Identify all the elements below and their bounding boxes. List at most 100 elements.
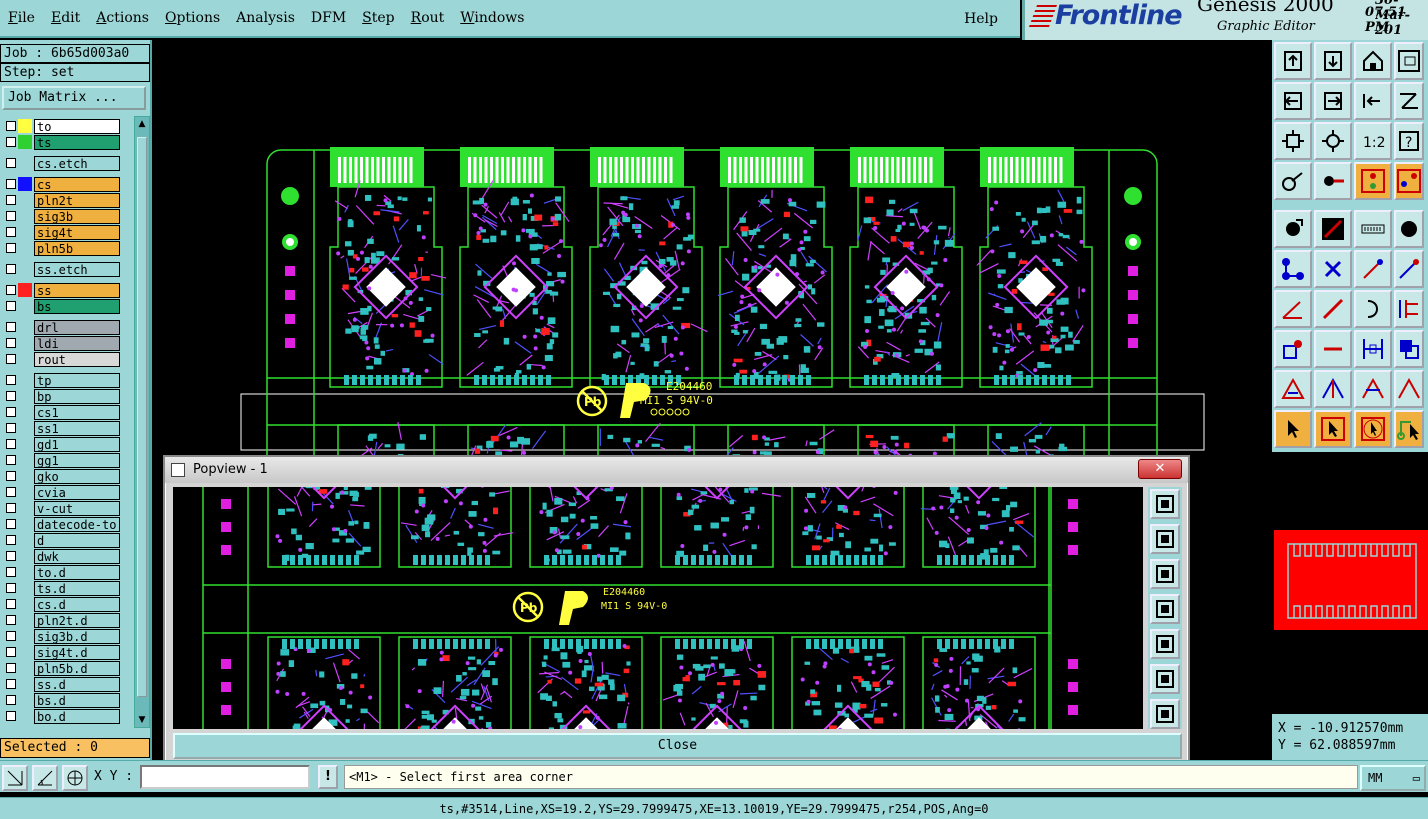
popview-zoom-box-icon[interactable] <box>1150 489 1180 519</box>
layer-row[interactable]: to <box>2 118 120 134</box>
layer-checkbox[interactable] <box>6 285 16 295</box>
layer-color-swatch[interactable] <box>18 373 32 387</box>
curve-icon[interactable] <box>1354 290 1392 328</box>
layer-name[interactable]: bs <box>34 298 120 314</box>
layer-checkbox[interactable] <box>6 503 16 513</box>
layer-name[interactable]: bp <box>34 388 120 404</box>
layer-color-swatch[interactable] <box>18 485 32 499</box>
layer-checkbox[interactable] <box>6 243 16 253</box>
layer-color-swatch[interactable] <box>18 135 32 149</box>
select-box-icon[interactable] <box>1314 410 1352 448</box>
layer-checkbox[interactable] <box>6 179 16 189</box>
line-red-icon[interactable] <box>1314 330 1352 368</box>
grid-icon[interactable] <box>62 765 88 791</box>
layer-row[interactable]: gd1 <box>2 436 120 452</box>
layer-row[interactable]: d <box>2 532 120 548</box>
menu-edit[interactable]: Edit <box>43 6 88 30</box>
overview-window[interactable] <box>1272 452 1428 714</box>
overview-panel-outline[interactable] <box>1274 530 1428 630</box>
layer-name[interactable]: ts.d <box>34 580 120 596</box>
layer-color-swatch[interactable] <box>18 437 32 451</box>
layer-checkbox[interactable] <box>6 423 16 433</box>
layer-row[interactable]: cs.d <box>2 596 120 612</box>
layer-list-scrollbar[interactable]: ▲ ▼ <box>134 116 150 728</box>
layer-row[interactable]: dwk <box>2 548 120 564</box>
layer-name[interactable]: datecode-to <box>34 516 120 532</box>
menu-file[interactable]: File <box>0 6 43 30</box>
layer-name[interactable]: gg1 <box>34 452 120 468</box>
layer-color-swatch[interactable] <box>18 629 32 643</box>
execute-button[interactable]: ! <box>318 765 338 789</box>
layer-checkbox[interactable] <box>6 535 16 545</box>
layer-row[interactable]: sig3b.d <box>2 628 120 644</box>
layer-checkbox[interactable] <box>6 301 16 311</box>
layer-checkbox[interactable] <box>6 375 16 385</box>
layer-checkbox[interactable] <box>6 471 16 481</box>
layer-checkbox[interactable] <box>6 264 16 274</box>
layer-checkbox[interactable] <box>6 338 16 348</box>
layer-name[interactable]: gko <box>34 468 120 484</box>
layer-color-swatch[interactable] <box>18 469 32 483</box>
layer-name[interactable]: drl <box>34 319 120 335</box>
layer-checkbox[interactable] <box>6 519 16 529</box>
help-icon[interactable]: ? <box>1394 122 1424 160</box>
layer-color-swatch[interactable] <box>18 262 32 276</box>
layer-row[interactable]: gg1 <box>2 452 120 468</box>
window-close-button[interactable]: ✕ <box>1138 459 1182 479</box>
layer-color-swatch[interactable] <box>18 517 32 531</box>
redraw-icon[interactable] <box>1394 82 1424 120</box>
zoom-fit-icon[interactable] <box>1274 122 1312 160</box>
triangle-c-icon[interactable] <box>1354 370 1392 408</box>
layer-name[interactable]: ss.d <box>34 676 120 692</box>
layer-row[interactable]: ss1 <box>2 420 120 436</box>
layer-checkbox[interactable] <box>6 455 16 465</box>
popview-drawing[interactable]: Pb E204460 MI1 S 94V-0 <box>173 487 1143 729</box>
menu-rout[interactable]: Rout <box>403 6 453 30</box>
add-pad-icon[interactable] <box>1274 210 1312 248</box>
layer-color-swatch[interactable] <box>18 661 32 675</box>
layer-row[interactable]: ts <box>2 134 120 150</box>
layer-row[interactable]: drl <box>2 319 120 335</box>
pan-left-icon[interactable] <box>1274 82 1312 120</box>
layer-row[interactable]: datecode-to <box>2 516 120 532</box>
home-icon[interactable] <box>1354 42 1392 80</box>
layer-checkbox[interactable] <box>6 227 16 237</box>
layer-checkbox[interactable] <box>6 567 16 577</box>
layer-row[interactable]: to.d <box>2 564 120 580</box>
zoom-center-icon[interactable] <box>1314 122 1352 160</box>
layer-row[interactable]: ts.d <box>2 580 120 596</box>
menu-analysis[interactable]: Analysis <box>228 6 303 30</box>
layer-row[interactable]: cs <box>2 176 120 192</box>
layer-name[interactable]: ldi <box>34 335 120 351</box>
layer-row[interactable]: rout <box>2 351 120 367</box>
select-net-icon[interactable] <box>1394 410 1424 448</box>
layer-row[interactable]: pln5b <box>2 240 120 256</box>
job-matrix-button[interactable]: Job Matrix ... <box>2 86 146 110</box>
layer-checkbox[interactable] <box>6 711 16 721</box>
select-circle-icon[interactable] <box>1354 410 1392 448</box>
layer-name[interactable]: d <box>34 532 120 548</box>
menu-options[interactable]: Options <box>157 6 228 30</box>
page-down-icon[interactable] <box>1314 42 1352 80</box>
layer-color-swatch[interactable] <box>18 645 32 659</box>
layer-row[interactable]: bs <box>2 298 120 314</box>
layer-color-swatch[interactable] <box>18 119 32 133</box>
layer-color-swatch[interactable] <box>18 320 32 334</box>
layer-name[interactable]: sig4t.d <box>34 644 120 660</box>
layer-name[interactable]: cvia <box>34 484 120 500</box>
layer-checkbox[interactable] <box>6 487 16 497</box>
layer-row[interactable]: ss.etch <box>2 261 120 277</box>
net-trace-icon[interactable] <box>1394 162 1424 200</box>
layer-name[interactable]: pln2t.d <box>34 612 120 628</box>
layer-checkbox[interactable] <box>6 322 16 332</box>
connect-icon[interactable] <box>1274 250 1312 288</box>
layer-checkbox[interactable] <box>6 695 16 705</box>
popview-zoom-center-icon[interactable] <box>1150 699 1180 729</box>
layer-color-swatch[interactable] <box>18 693 32 707</box>
layer-color-swatch[interactable] <box>18 453 32 467</box>
popview-titlebar[interactable]: Popview - 1 ✕ <box>165 457 1188 483</box>
layer-name[interactable]: cs1 <box>34 404 120 420</box>
layer-row[interactable]: sig4t <box>2 224 120 240</box>
layer-row[interactable]: bs.d <box>2 692 120 708</box>
layer-name[interactable]: pln2t <box>34 192 120 208</box>
